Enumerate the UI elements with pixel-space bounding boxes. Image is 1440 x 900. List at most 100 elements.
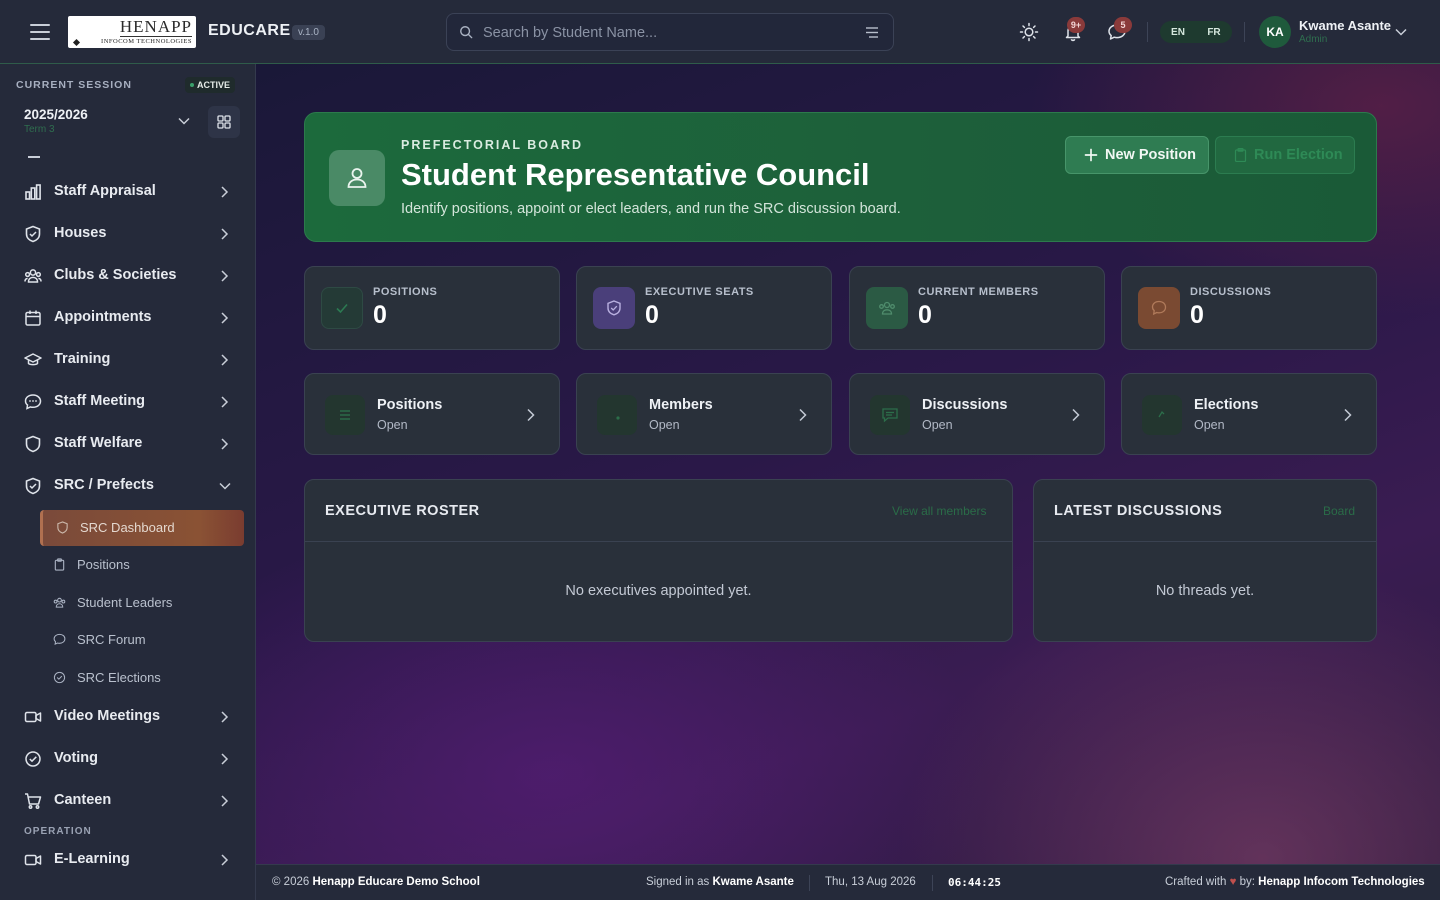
- message-square-icon: [870, 395, 910, 435]
- chat-bubble-icon: [53, 633, 66, 646]
- quick-link-elections[interactable]: Elections Open: [1121, 373, 1377, 455]
- sidebar-item-appointments[interactable]: Appointments: [0, 298, 255, 338]
- search-bar: [446, 13, 894, 51]
- graduation-cap-icon: [24, 353, 42, 366]
- hero-overline: PREFECTORIAL BOARD: [401, 138, 584, 152]
- run-election-button[interactable]: Run Election: [1215, 136, 1355, 174]
- session-term: Term 3: [24, 124, 55, 135]
- grid-icon[interactable]: [208, 106, 240, 138]
- language-switcher: EN FR: [1160, 21, 1232, 43]
- view-all-members-link[interactable]: View all members: [892, 504, 986, 518]
- top-header: HENAPP INFOCOM TECHNOLOGIES EDUCARE v.1.…: [0, 0, 1440, 64]
- executive-roster-panel: EXECUTIVE ROSTER View all members No exe…: [304, 479, 1013, 642]
- footer-date: Thu, 13 Aug 2026: [825, 876, 916, 888]
- users-icon: [597, 395, 637, 435]
- sidebar-subitem-src-elections[interactable]: SRC Elections: [40, 660, 244, 696]
- footer-copyright: © 2026 Henapp Educare Demo School: [272, 876, 480, 888]
- bar-chart-icon: [25, 184, 41, 200]
- stat-value: 0: [1190, 301, 1204, 329]
- sidebar-item-e-learning[interactable]: E-Learning: [0, 840, 255, 880]
- chevron-right-icon: [221, 186, 229, 198]
- video-icon: [24, 854, 42, 866]
- heart-icon: ♥: [1229, 876, 1237, 888]
- chevron-right-icon: [1072, 408, 1080, 422]
- session-selector[interactable]: 2025/2026 Term 3: [14, 100, 198, 140]
- user-avatar[interactable]: KA: [1259, 16, 1291, 48]
- users-icon: [866, 287, 908, 329]
- video-icon: [24, 711, 42, 723]
- footer-credits: Crafted with ♥ by: Henapp Infocom Techno…: [1165, 876, 1425, 888]
- chevron-right-icon: [221, 354, 229, 366]
- chevron-right-icon: [221, 312, 229, 324]
- sidebar-item-canteen[interactable]: Canteen: [0, 781, 255, 821]
- chevron-right-icon: [221, 711, 229, 723]
- session-year: 2025/2026: [24, 107, 88, 122]
- quick-link-positions[interactable]: Positions Open: [304, 373, 560, 455]
- sidebar-item-src-prefects[interactable]: SRC / Prefects: [0, 466, 255, 506]
- check-circle-icon: [25, 751, 41, 767]
- search-input[interactable]: [483, 22, 853, 44]
- list-icon: [325, 395, 365, 435]
- quick-link-members[interactable]: Members Open: [576, 373, 832, 455]
- sidebar-item-training[interactable]: Training: [0, 340, 255, 380]
- hero-banner: PREFECTORIAL BOARD Student Representativ…: [304, 112, 1377, 242]
- panel-title: LATEST DISCUSSIONS: [1054, 503, 1223, 519]
- chevron-right-icon: [527, 408, 535, 422]
- shield-icon: [57, 521, 68, 534]
- stat-value: 0: [918, 301, 932, 329]
- sun-icon[interactable]: [1019, 22, 1039, 42]
- stat-value: 0: [373, 301, 387, 329]
- check-icon: [321, 287, 363, 329]
- section-label-operation: OPERATION: [24, 826, 92, 837]
- shield-check-icon: [25, 477, 41, 495]
- page-description: Identify positions, appoint or elect lea…: [401, 201, 901, 217]
- board-link[interactable]: Board: [1323, 504, 1355, 518]
- menu-toggle-icon[interactable]: [30, 24, 50, 40]
- calendar-icon: [25, 310, 41, 326]
- chevron-right-icon: [221, 228, 229, 240]
- sidebar-subitem-src-dashboard[interactable]: SRC Dashboard: [40, 510, 244, 546]
- users-icon: [24, 269, 42, 283]
- company-logo: HENAPP INFOCOM TECHNOLOGIES: [68, 16, 196, 48]
- sidebar-item-staff-appraisal[interactable]: Staff Appraisal: [0, 172, 255, 212]
- stat-card-executive-seats: EXECUTIVE SEATS 0: [576, 266, 832, 350]
- user-role: Admin: [1299, 34, 1328, 45]
- app-name: EDUCARE: [208, 22, 291, 39]
- chevron-right-icon: [799, 408, 807, 422]
- sidebar-subitem-positions[interactable]: Positions: [40, 547, 244, 583]
- user-name[interactable]: Kwame Asante: [1299, 18, 1391, 33]
- sidebar-item-staff-welfare[interactable]: Staff Welfare: [0, 424, 255, 464]
- chevron-right-icon: [1344, 408, 1352, 422]
- sidebar-item-houses[interactable]: Houses: [0, 214, 255, 254]
- shield-icon: [593, 287, 635, 329]
- lang-fr-button[interactable]: FR: [1196, 27, 1232, 38]
- stat-card-discussions: DISCUSSIONS 0: [1121, 266, 1377, 350]
- session-status-badge: ACTIVE: [185, 77, 236, 93]
- sidebar-item-video-meetings[interactable]: Video Meetings: [0, 697, 255, 737]
- sidebar-subitem-student-leaders[interactable]: Student Leaders: [40, 585, 244, 621]
- footer: © 2026 Henapp Educare Demo School Signed…: [256, 864, 1440, 900]
- users-icon: [53, 597, 66, 608]
- sidebar-item-clubs-societies[interactable]: Clubs & Societies: [0, 256, 255, 296]
- sidebar-item-staff-meeting[interactable]: Staff Meeting: [0, 382, 255, 422]
- latest-discussions-panel: LATEST DISCUSSIONS Board No threads yet.: [1033, 479, 1377, 642]
- chevron-down-icon: [178, 117, 190, 125]
- sidebar-item-voting[interactable]: Voting: [0, 739, 255, 779]
- user-icon: [329, 150, 385, 206]
- clipboard-icon: [54, 558, 65, 571]
- chevron-down-icon: [219, 482, 231, 490]
- cart-icon: [25, 793, 42, 809]
- footer-clock: 06:44:25: [948, 876, 1001, 889]
- chevron-down-icon[interactable]: [1395, 27, 1407, 37]
- notifications-badge: 9+: [1067, 17, 1085, 33]
- filter-icon[interactable]: [865, 26, 879, 39]
- lang-en-button[interactable]: EN: [1160, 27, 1196, 38]
- chevron-right-icon: [221, 438, 229, 450]
- sidebar-subitem-src-forum[interactable]: SRC Forum: [40, 622, 244, 658]
- stat-card-current-members: CURRENT MEMBERS 0: [849, 266, 1105, 350]
- messages-badge: 5: [1114, 17, 1132, 33]
- chevron-right-icon: [221, 270, 229, 282]
- new-position-button[interactable]: New Position: [1065, 136, 1209, 174]
- clipboard-icon: [1234, 148, 1247, 162]
- quick-link-discussions[interactable]: Discussions Open: [849, 373, 1105, 455]
